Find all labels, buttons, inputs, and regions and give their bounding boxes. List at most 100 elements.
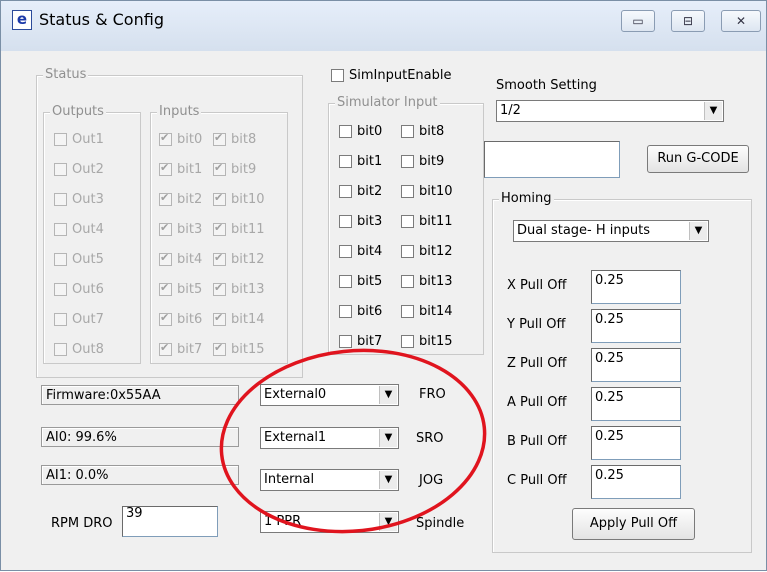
- checkbox-box[interactable]: [339, 335, 352, 348]
- output-indicator-7: Out7: [54, 312, 104, 327]
- gcode-input[interactable]: [484, 141, 620, 178]
- checkbox-box: [159, 221, 172, 236]
- sim-bit9-checkbox[interactable]: bit9: [401, 154, 444, 169]
- checkbox-box: [159, 131, 172, 146]
- checkbox-label: Out2: [72, 162, 104, 177]
- checkbox-box: [159, 341, 172, 356]
- simulator-input-group: Simulator Input bit0 bit8 bit1 bit9 bit2 bit1…: [328, 95, 484, 355]
- sim-bit13-checkbox[interactable]: bit13: [401, 274, 453, 289]
- close-button[interactable]: ✕: [721, 10, 761, 32]
- checkbox-label: bit12: [419, 244, 453, 259]
- smooth-setting-select[interactable]: 1/2 ▼: [496, 100, 724, 122]
- output-indicator-1: Out1: [54, 132, 104, 147]
- outputs-group-title: Outputs: [50, 104, 106, 119]
- checkbox-box[interactable]: [401, 335, 414, 348]
- checkbox-label: Out3: [72, 192, 104, 207]
- checkbox-box[interactable]: [339, 185, 352, 198]
- checkbox-box[interactable]: [401, 185, 414, 198]
- pulloff-field[interactable]: 0.25: [591, 426, 681, 460]
- chevron-down-icon[interactable]: ▼: [379, 386, 397, 404]
- chevron-down-icon[interactable]: ▼: [379, 471, 397, 489]
- fro-select[interactable]: External0 ▼: [260, 384, 399, 406]
- pulloff-field[interactable]: 0.25: [591, 270, 681, 304]
- jog-select[interactable]: Internal ▼: [260, 469, 399, 491]
- checkbox-label: bit9: [419, 154, 445, 169]
- rpm-dro-label: RPM DRO: [51, 516, 113, 531]
- checkbox-box: [213, 311, 226, 326]
- checkbox-box[interactable]: [339, 245, 352, 258]
- sim-bit8-checkbox[interactable]: bit8: [401, 124, 444, 139]
- chevron-down-icon[interactable]: ▼: [689, 222, 707, 240]
- pulloff-field[interactable]: 0.25: [591, 387, 681, 421]
- checkbox-box: [213, 131, 226, 146]
- sro-select[interactable]: External1 ▼: [260, 427, 399, 449]
- chevron-down-icon[interactable]: ▼: [379, 513, 397, 531]
- pulloff-label: X Pull Off: [507, 278, 567, 293]
- input-indicator-bit3: bit3: [159, 221, 202, 237]
- jog-select-value: Internal: [264, 472, 315, 487]
- sim-bit4-checkbox[interactable]: bit4: [339, 244, 382, 259]
- checkbox-box[interactable]: [401, 275, 414, 288]
- checkbox-box[interactable]: [401, 215, 414, 228]
- apply-pull-off-button[interactable]: Apply Pull Off: [572, 508, 695, 540]
- spindle-select[interactable]: 1 PPR ▼: [260, 511, 399, 533]
- checkbox-box[interactable]: [339, 125, 352, 138]
- sim-bit11-checkbox[interactable]: bit11: [401, 214, 453, 229]
- output-indicator-6: Out6: [54, 282, 104, 297]
- smooth-setting-label: Smooth Setting: [496, 78, 597, 93]
- sim-bit14-checkbox[interactable]: bit14: [401, 304, 453, 319]
- checkbox-label: bit10: [419, 184, 453, 199]
- pulloff-field[interactable]: 0.25: [591, 348, 681, 382]
- ai1-readout: AI1: 0.0%: [41, 465, 239, 485]
- sim-bit15-checkbox[interactable]: bit15: [401, 334, 453, 349]
- sim-bit7-checkbox[interactable]: bit7: [339, 334, 382, 349]
- firmware-readout: Firmware:0x55AA: [41, 385, 239, 405]
- checkbox-box[interactable]: [401, 155, 414, 168]
- sim-bit6-checkbox[interactable]: bit6: [339, 304, 382, 319]
- sim-bit5-checkbox[interactable]: bit5: [339, 274, 382, 289]
- sim-bit3-checkbox[interactable]: bit3: [339, 214, 382, 229]
- checkbox-label: bit7: [357, 334, 383, 349]
- rpm-dro-field[interactable]: 39: [122, 506, 218, 537]
- sim-bit12-checkbox[interactable]: bit12: [401, 244, 453, 259]
- sim-bit10-checkbox[interactable]: bit10: [401, 184, 453, 199]
- input-indicator-bit6: bit6: [159, 311, 202, 327]
- checkbox-box: [159, 311, 172, 326]
- pulloff-label: B Pull Off: [507, 434, 567, 449]
- pulloff-field[interactable]: 0.25: [591, 465, 681, 499]
- checkbox-label: bit2: [357, 184, 383, 199]
- checkbox-box[interactable]: [339, 275, 352, 288]
- sim-bit0-checkbox[interactable]: bit0: [339, 124, 382, 139]
- checkbox-box[interactable]: [339, 155, 352, 168]
- chevron-down-icon[interactable]: ▼: [704, 102, 722, 120]
- checkbox-label: bit13: [231, 282, 265, 297]
- maximize-button[interactable]: ⊟: [671, 10, 705, 32]
- output-indicator-8: Out8: [54, 342, 104, 357]
- checkbox-label: bit14: [419, 304, 453, 319]
- homing-mode-select[interactable]: Dual stage- H inputs ▼: [513, 220, 709, 242]
- pulloff-label: C Pull Off: [507, 473, 567, 488]
- title-bar[interactable]: e Status & Config ▭ ⊟ ✕: [1, 1, 766, 51]
- checkbox-box: [54, 253, 67, 266]
- checkbox-box: [54, 133, 67, 146]
- sim-bit1-checkbox[interactable]: bit1: [339, 154, 382, 169]
- checkbox-label: bit15: [231, 342, 265, 357]
- sim-input-enable-checkbox[interactable]: SimInputEnable: [331, 68, 451, 83]
- checkbox-label: Out7: [72, 312, 104, 327]
- chevron-down-icon[interactable]: ▼: [379, 429, 397, 447]
- checkbox-box[interactable]: [339, 215, 352, 228]
- pulloff-field[interactable]: 0.25: [591, 309, 681, 343]
- input-indicator-bit10: bit10: [213, 191, 265, 207]
- checkbox-box[interactable]: [401, 305, 414, 318]
- checkbox-box[interactable]: [401, 245, 414, 258]
- input-indicator-bit4: bit4: [159, 251, 202, 267]
- spindle-select-value: 1 PPR: [264, 514, 302, 529]
- run-gcode-button[interactable]: Run G-CODE: [647, 145, 749, 173]
- checkbox-box[interactable]: [401, 125, 414, 138]
- pulloff-label: Y Pull Off: [507, 317, 566, 332]
- sim-bit2-checkbox[interactable]: bit2: [339, 184, 382, 199]
- checkbox-box[interactable]: [339, 305, 352, 318]
- minimize-button[interactable]: ▭: [621, 10, 655, 32]
- input-indicator-bit8: bit8: [213, 131, 256, 147]
- checkbox-box[interactable]: [331, 69, 344, 82]
